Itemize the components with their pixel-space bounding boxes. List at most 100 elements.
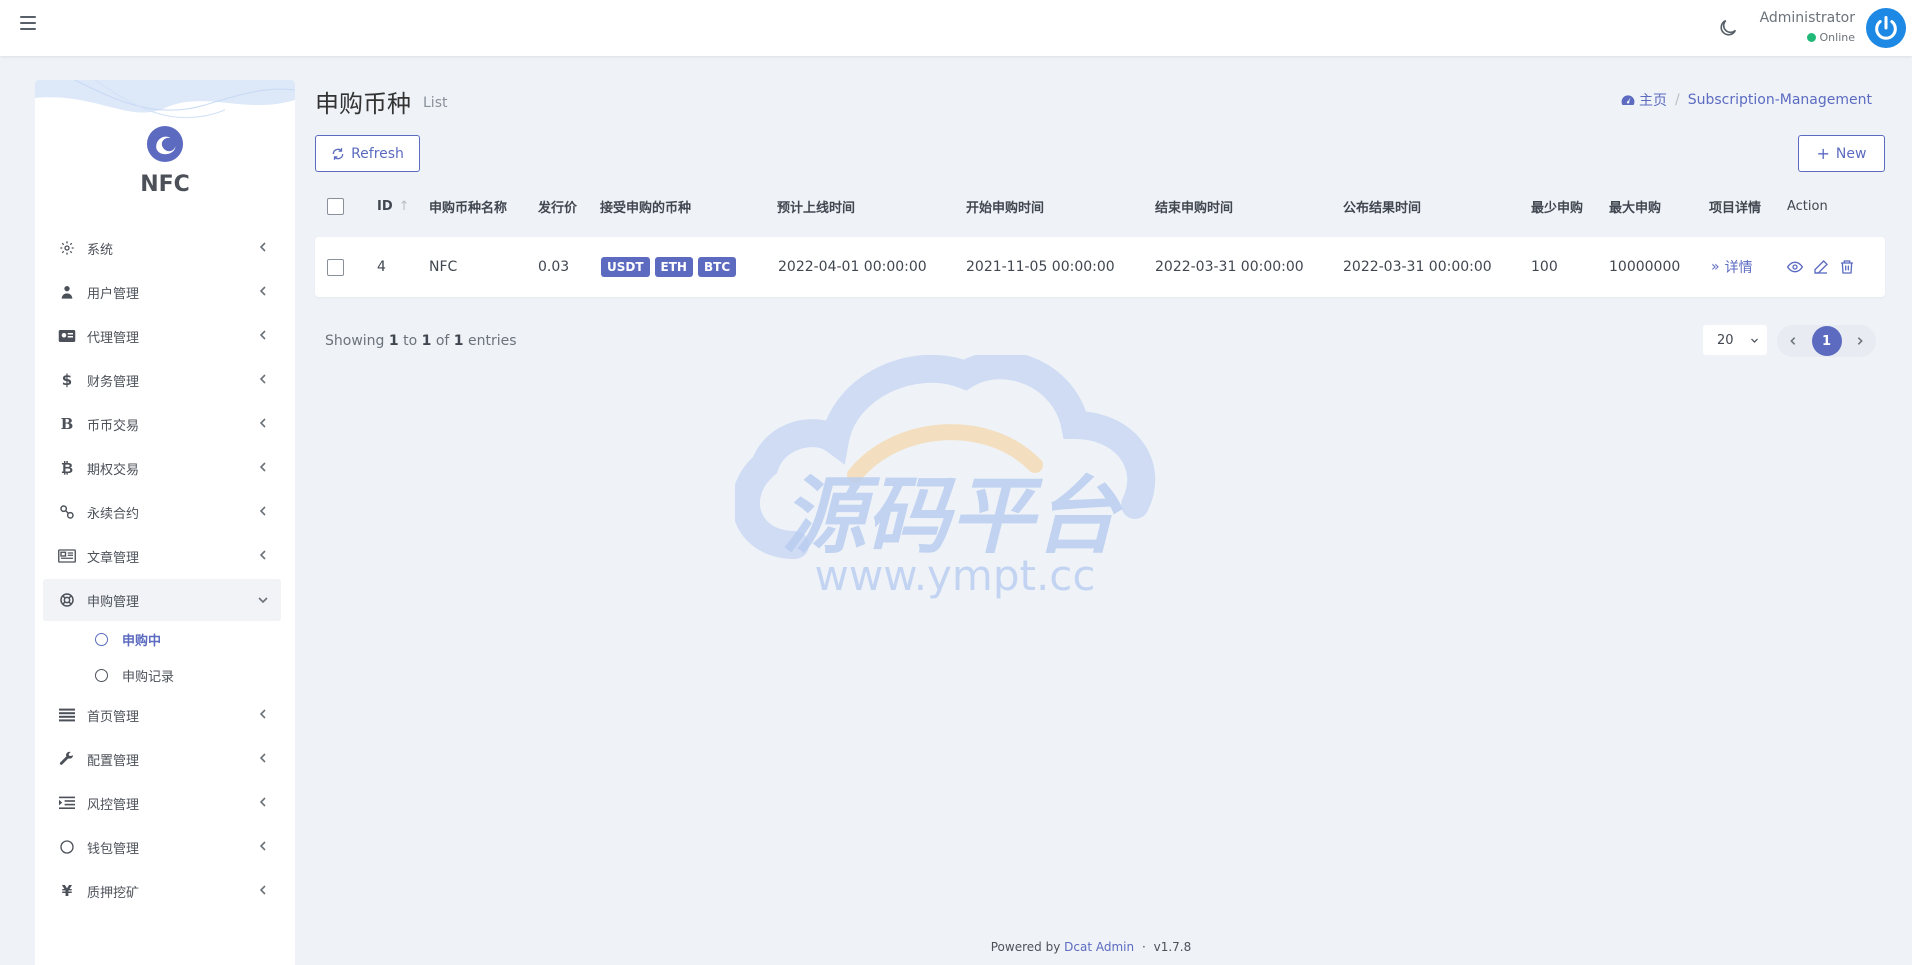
breadcrumb-current: Subscription-Management <box>1687 92 1872 108</box>
chevron-left-icon <box>259 885 266 895</box>
hamburger-menu-icon[interactable] <box>20 16 36 30</box>
sidebar-item-homepage[interactable]: 首页管理 <box>43 693 281 737</box>
lifebuoy-icon <box>57 590 77 610</box>
sidebar-item-finance[interactable]: $ 财务管理 <box>43 358 281 402</box>
cell-id: 4 <box>377 259 386 275</box>
breadcrumb-separator: / <box>1675 92 1680 108</box>
chevron-left-icon <box>259 550 266 560</box>
sidebar-item-subscription[interactable]: 申购管理 <box>43 579 281 621</box>
brand-logo-icon <box>146 125 184 163</box>
sidebar-subitem-subscribing[interactable]: 申购中 <box>43 621 281 657</box>
new-button[interactable]: + New <box>1798 135 1885 172</box>
sidebar-subitem-records[interactable]: 申购记录 <box>43 657 281 693</box>
sidebar-item-options[interactable]: ₿ 期权交易 <box>43 446 281 490</box>
sidebar-subitem-label: 申购记录 <box>122 669 175 685</box>
breadcrumb-home-label: 主页 <box>1639 93 1668 109</box>
user-status: Online <box>1806 31 1855 44</box>
refresh-icon <box>332 147 344 160</box>
power-icon <box>1875 15 1897 40</box>
avatar[interactable] <box>1866 8 1906 48</box>
gear-icon <box>57 238 77 258</box>
page-number-button[interactable]: 1 <box>1811 326 1842 356</box>
chevron-left-icon <box>259 330 266 340</box>
sidebar-item-users[interactable]: 用户管理 <box>43 270 281 314</box>
circle-icon <box>57 837 77 857</box>
sidebar-item-label: 用户管理 <box>87 286 140 302</box>
sort-arrow-icon[interactable]: ↑ <box>399 199 410 214</box>
chevron-down-icon <box>1751 338 1758 343</box>
per-page-select[interactable]: 20 <box>1703 325 1767 355</box>
cell-online-time: 2022-04-01 00:00:00 <box>778 259 927 275</box>
view-eye-icon[interactable] <box>1787 259 1803 275</box>
wrench-icon <box>57 749 77 769</box>
chevron-left-icon <box>259 709 266 719</box>
chevron-left-icon <box>259 462 266 472</box>
refresh-button[interactable]: Refresh <box>315 135 420 172</box>
sidebar-item-label: 申购管理 <box>87 594 140 610</box>
yen-icon: ¥ <box>61 882 73 900</box>
select-all-checkbox[interactable] <box>327 197 344 215</box>
chevron-left-icon <box>259 841 266 851</box>
plus-icon: + <box>1816 144 1830 163</box>
row-checkbox[interactable] <box>327 258 344 276</box>
column-result-time: 公布结果时间 <box>1343 200 1422 216</box>
sidebar-item-agents[interactable]: 代理管理 <box>43 314 281 358</box>
cell-end-time: 2022-03-31 00:00:00 <box>1155 259 1304 275</box>
sidebar-item-label: 期权交易 <box>87 462 140 478</box>
chevron-left-icon <box>1790 337 1796 345</box>
sidebar-item-system[interactable]: 系统 <box>43 226 281 270</box>
column-start-time: 开始申购时间 <box>966 200 1045 216</box>
detail-link-label: 详情 <box>1724 260 1753 276</box>
user-status-text: Online <box>1819 31 1855 44</box>
chevron-left-icon <box>259 797 266 807</box>
sidebar-item-label: 永续合约 <box>87 506 140 522</box>
sidebar-item-label: 钱包管理 <box>87 841 140 857</box>
chevron-left-icon <box>259 418 266 428</box>
sidebar-item-articles[interactable]: 文章管理 <box>43 534 281 578</box>
watermark-cloud-logo: 源码平台 www.ympt.cc <box>731 351 1156 600</box>
column-coins: 接受申购的币种 <box>600 200 692 216</box>
sidebar-item-label: 系统 <box>87 242 114 258</box>
column-id[interactable]: ID ↑ <box>377 186 410 226</box>
edit-pencil-icon[interactable] <box>1813 259 1829 275</box>
sidebar-item-perpetual[interactable]: 永续合约 <box>43 490 281 534</box>
sidebar-item-label: 首页管理 <box>87 709 140 725</box>
id-card-icon <box>57 326 77 346</box>
column-action: Action <box>1787 198 1828 214</box>
row-actions <box>1787 237 1865 297</box>
dark-mode-moon-icon[interactable] <box>1717 17 1739 39</box>
breadcrumb-home[interactable]: 主页 <box>1621 90 1667 110</box>
footer-brand-link[interactable]: Dcat Admin <box>1064 940 1134 954</box>
coin-tag: USDT <box>601 257 650 277</box>
sidebar-item-risk[interactable]: 风控管理 <box>43 781 281 825</box>
chevron-left-icon <box>259 242 266 252</box>
sidebar-item-label: 质押挖矿 <box>87 885 140 901</box>
sidebar-wave-decoration <box>35 80 295 119</box>
watermark-url: www.ympt.cc <box>815 551 1096 600</box>
link-icon <box>57 502 77 522</box>
cell-min: 100 <box>1531 259 1558 275</box>
circle-icon <box>95 668 108 682</box>
cell-price: 0.03 <box>538 259 570 275</box>
delete-trash-icon[interactable] <box>1839 259 1855 275</box>
column-online-time: 预计上线时间 <box>777 200 856 216</box>
coin-tag: BTC <box>697 257 737 277</box>
user-name[interactable]: Administrator <box>1760 10 1855 26</box>
detail-link[interactable]: » 详情 <box>1711 237 1753 297</box>
prev-page-button[interactable] <box>1783 331 1803 351</box>
sidebar-item-staking[interactable]: ¥ 质押挖矿 <box>43 869 281 913</box>
sidebar-item-wallet[interactable]: 钱包管理 <box>43 825 281 869</box>
sidebar-item-spot-trading[interactable]: B 币币交易 <box>43 402 281 446</box>
coin-tag: ETH <box>654 257 693 277</box>
page-subtitle: List <box>423 95 448 111</box>
user-icon <box>57 282 77 302</box>
sidebar-item-label: 文章管理 <box>87 550 140 566</box>
circle-icon <box>95 632 108 646</box>
sidebar-item-label: 配置管理 <box>87 753 140 769</box>
dashboard-icon <box>1621 95 1635 105</box>
next-page-button[interactable] <box>1850 331 1870 351</box>
top-navbar: Administrator Online <box>0 0 1912 56</box>
cell-coins: USDT ETH BTC <box>601 237 741 297</box>
cell-max: 10000000 <box>1609 259 1681 275</box>
sidebar-item-config[interactable]: 配置管理 <box>43 737 281 781</box>
